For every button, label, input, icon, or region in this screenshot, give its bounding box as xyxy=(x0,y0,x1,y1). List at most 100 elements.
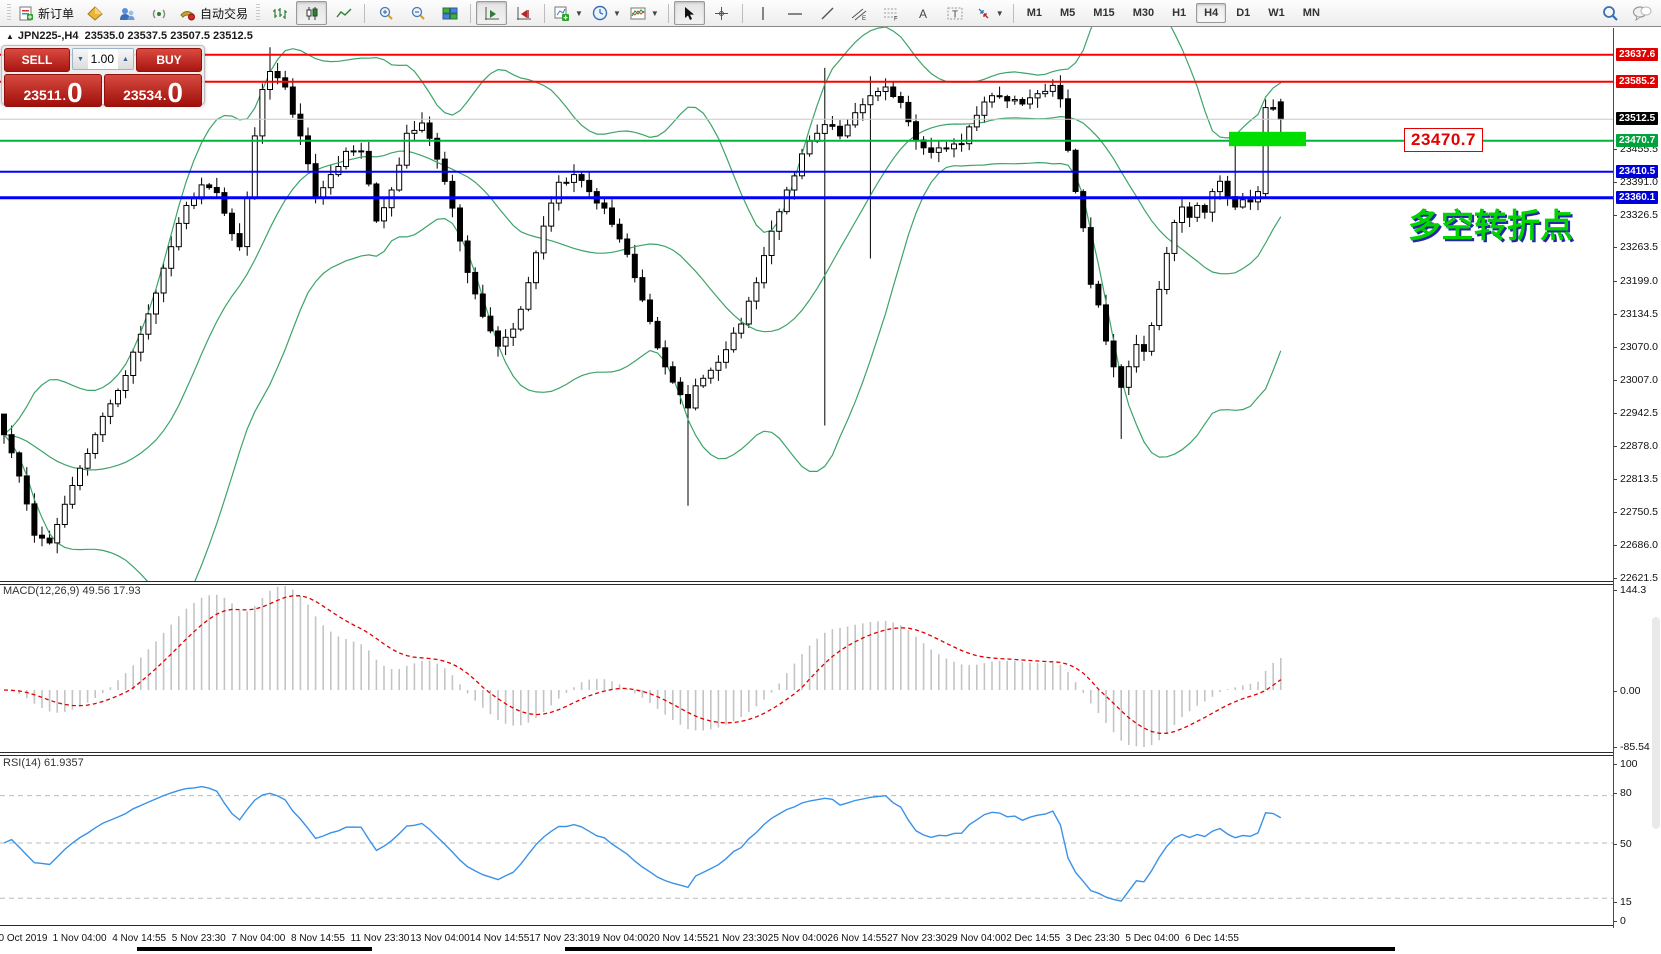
date-axis[interactable]: 30 Oct 20191 Nov 04:004 Nov 14:555 Nov 2… xyxy=(0,928,1661,954)
price-chart-plot[interactable] xyxy=(0,27,1613,585)
price-tick: 23007.0 xyxy=(1620,374,1658,386)
new-chart-dropdown[interactable]: ▼ xyxy=(550,1,587,25)
chart-line-button[interactable] xyxy=(328,1,359,25)
hline-icon xyxy=(787,6,803,21)
hline-button[interactable] xyxy=(780,1,811,25)
date-label: 13 Nov 04:00 xyxy=(410,933,470,944)
toolbar-grip[interactable] xyxy=(7,4,11,22)
terminal-icon xyxy=(119,6,135,21)
rsi-axis-label: 80 xyxy=(1620,787,1632,799)
macd-axis-label: 0.00 xyxy=(1620,685,1640,697)
price-badge: 23470.7 xyxy=(1616,134,1658,147)
clock-icon xyxy=(592,5,608,21)
timeframe-w1[interactable]: W1 xyxy=(1260,3,1293,23)
price-badge: 23410.5 xyxy=(1616,165,1658,178)
mt4-window: 新订单 自动交易 xyxy=(0,0,1661,954)
date-label: 20 Nov 14:55 xyxy=(649,933,709,944)
price-badge: 23637.6 xyxy=(1616,48,1658,61)
date-label: 17 Nov 23:30 xyxy=(529,933,589,944)
price-tick: 22878.0 xyxy=(1620,440,1658,452)
news-button[interactable] xyxy=(143,1,174,25)
new-order-button[interactable]: 新订单 xyxy=(15,1,78,25)
price-tick: 23199.0 xyxy=(1620,275,1658,287)
text-button[interactable]: A xyxy=(908,1,939,25)
sell-button[interactable]: SELL xyxy=(4,48,70,72)
date-label: 25 Nov 04:00 xyxy=(768,933,828,944)
fibonacci-button[interactable]: F xyxy=(876,1,907,25)
rsi-plot[interactable] xyxy=(0,756,1613,925)
periods-dropdown[interactable]: ▼ xyxy=(588,1,625,25)
window-edge-bar xyxy=(565,947,1395,951)
timeframe-m15[interactable]: M15 xyxy=(1085,3,1122,23)
price-tick: 22942.5 xyxy=(1620,407,1658,419)
chart-bars-icon xyxy=(272,6,288,21)
zoom-in-button[interactable] xyxy=(370,1,401,25)
cursor-icon xyxy=(682,6,696,21)
volume-decrease-button[interactable]: ▼ xyxy=(73,49,88,69)
terminal-button[interactable] xyxy=(111,1,142,25)
tile-windows-button[interactable] xyxy=(434,1,465,25)
price-tick: 22750.5 xyxy=(1620,506,1658,518)
chart-line-icon xyxy=(336,6,352,21)
crosshair-icon xyxy=(714,6,729,21)
timeframe-d1[interactable]: D1 xyxy=(1228,3,1258,23)
autotrade-button[interactable]: 自动交易 xyxy=(175,1,252,25)
timeframe-h4[interactable]: H4 xyxy=(1196,3,1226,23)
timeframe-m30[interactable]: M30 xyxy=(1125,3,1162,23)
chart-candles-button[interactable] xyxy=(296,1,327,25)
text-label-button[interactable]: T xyxy=(940,1,971,25)
date-label: 29 Nov 04:00 xyxy=(947,933,1007,944)
date-label: 4 Nov 14:55 xyxy=(112,933,166,944)
timeframe-m1[interactable]: M1 xyxy=(1019,3,1050,23)
equidistant-channel-button[interactable]: E xyxy=(844,1,875,25)
sell-price-big-digit: 0 xyxy=(67,82,83,105)
date-label: 21 Nov 23:30 xyxy=(708,933,768,944)
svg-text:E: E xyxy=(862,16,866,21)
arrows-dropdown[interactable]: ▼ xyxy=(972,1,1008,25)
sell-price[interactable]: 23511.0 xyxy=(4,74,102,107)
price-badge: 23512.5 xyxy=(1616,112,1658,125)
chart-shift-icon xyxy=(516,6,532,21)
crosshair-button[interactable] xyxy=(706,1,737,25)
buy-price[interactable]: 23534.0 xyxy=(104,74,202,107)
vline-button[interactable] xyxy=(748,1,779,25)
svg-text:T: T xyxy=(952,9,958,20)
zoom-out-button[interactable] xyxy=(402,1,433,25)
buy-button[interactable]: BUY xyxy=(136,48,202,72)
price-annotation-box[interactable]: 23470.7 xyxy=(1404,128,1483,152)
sell-price-int: 23511 xyxy=(23,88,61,102)
trendline-button[interactable] xyxy=(812,1,843,25)
new-order-icon xyxy=(19,6,34,21)
autotrade-icon xyxy=(179,6,196,21)
sell-price-dot: . xyxy=(63,90,66,102)
text-icon: A xyxy=(917,6,930,21)
volume-increase-button[interactable]: ▲ xyxy=(118,49,133,69)
chart-window[interactable]: ▲JPN225-,H4 23535.0 23537.5 23507.5 2351… xyxy=(0,27,1661,954)
autoscroll-button[interactable] xyxy=(476,1,507,25)
timeframe-mn[interactable]: MN xyxy=(1295,3,1328,23)
scrollbar-thumb[interactable] xyxy=(1652,617,1660,829)
macd-plot[interactable] xyxy=(0,585,1613,752)
turning-point-label[interactable]: 多空转折点 xyxy=(1408,199,1573,247)
chart-bars-button[interactable] xyxy=(264,1,295,25)
zoom-in-icon xyxy=(378,5,394,21)
templates-icon xyxy=(630,6,646,21)
timeframe-h1[interactable]: H1 xyxy=(1164,3,1194,23)
cursor-button[interactable] xyxy=(674,1,705,25)
chart-candles-icon xyxy=(304,6,320,21)
dropdown-caret: ▼ xyxy=(651,9,659,18)
chat-button[interactable] xyxy=(1626,1,1657,25)
templates-dropdown[interactable]: ▼ xyxy=(626,1,663,25)
metaeditor-icon xyxy=(87,6,103,21)
macd-axis-label: -85.54 xyxy=(1620,741,1650,753)
timeframe-m5[interactable]: M5 xyxy=(1052,3,1083,23)
price-tick: 22813.5 xyxy=(1620,473,1658,485)
chart-shift-button[interactable] xyxy=(508,1,539,25)
search-button[interactable] xyxy=(1595,1,1626,25)
toolbar-grip[interactable] xyxy=(256,4,260,22)
rsi-axis-label: 50 xyxy=(1620,838,1632,850)
volume-value[interactable]: 1.00 xyxy=(88,49,118,69)
price-tick: 23070.0 xyxy=(1620,341,1658,353)
date-label: 5 Nov 23:30 xyxy=(172,933,226,944)
metaeditor-button[interactable] xyxy=(79,1,110,25)
